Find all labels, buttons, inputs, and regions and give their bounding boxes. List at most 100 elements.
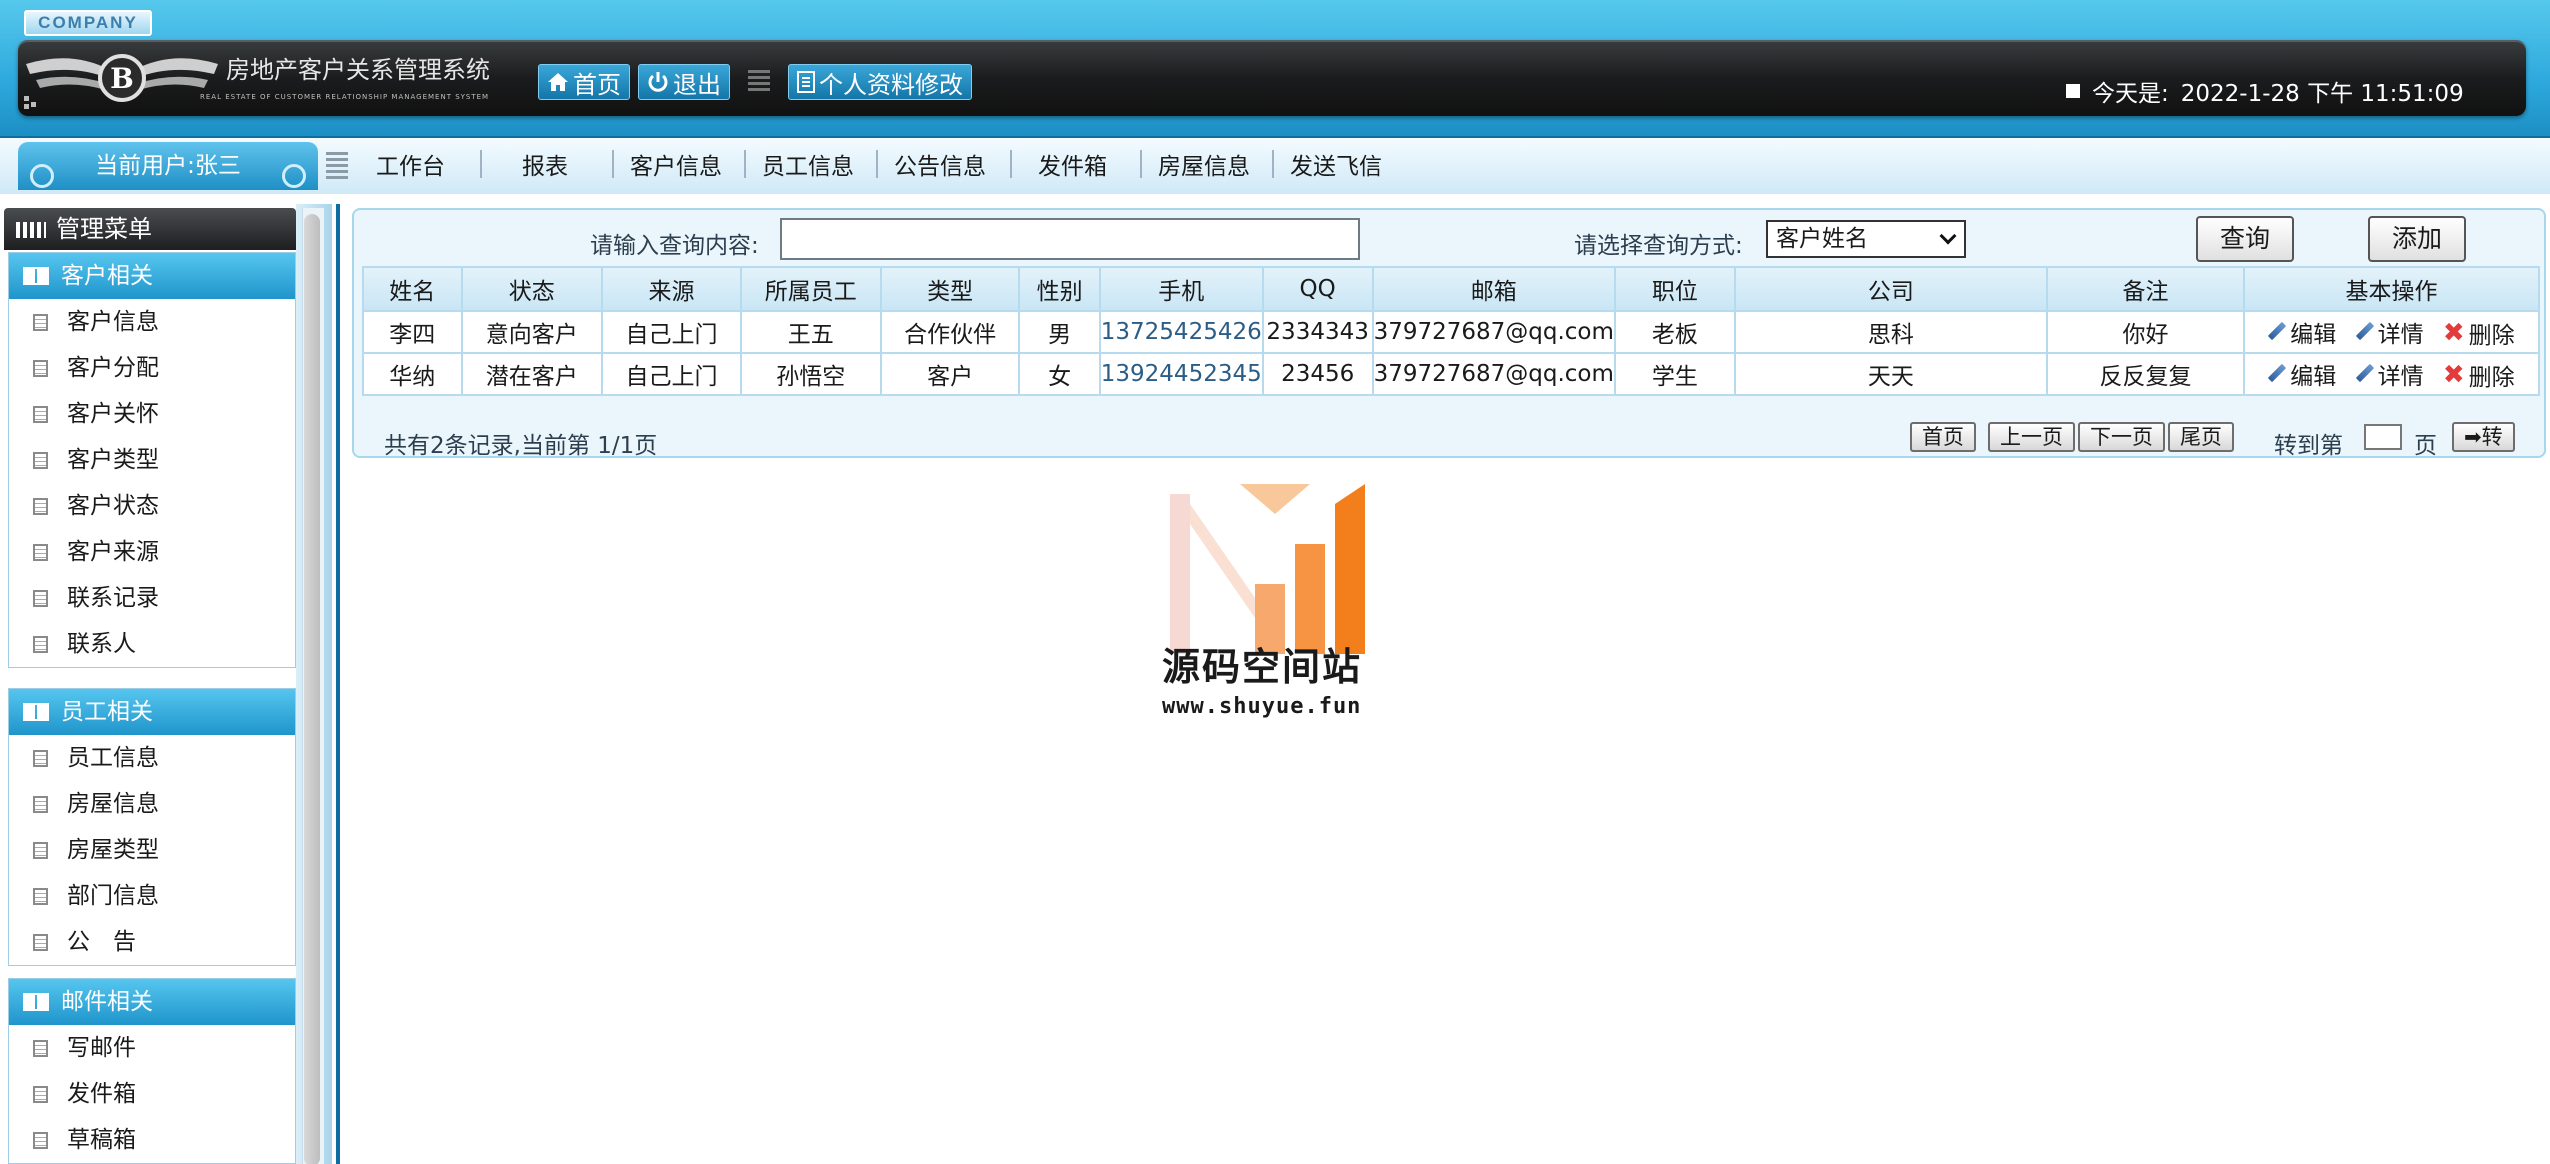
query-button[interactable]: 查询 — [2196, 216, 2294, 262]
detail-label: 详情 — [2377, 363, 2424, 390]
nav-divider — [480, 150, 482, 178]
nav-item-customer-info[interactable]: 客户信息 — [630, 150, 722, 184]
table-row: 李四 意向客户 自己上门 王五 合作伙伴 男 13725425426 23343… — [362, 310, 2541, 354]
sidebar-item-customer-source[interactable]: 客户来源 — [9, 529, 295, 575]
logout-button[interactable]: 退出 — [638, 64, 730, 100]
search-input[interactable] — [780, 218, 1360, 260]
document-icon — [33, 360, 48, 377]
ring-decoration-icon — [30, 164, 54, 188]
cell-gender: 女 — [1018, 352, 1101, 396]
column-header: 基本操作 — [2242, 266, 2541, 312]
home-button[interactable]: 首页 — [538, 64, 630, 100]
today-datetime: 今天是: 2022-1-28 下午 11:51:09 — [2066, 74, 2464, 108]
square-bullet-icon — [2066, 84, 2080, 98]
sidebar-item-customer-status[interactable]: 客户状态 — [9, 483, 295, 529]
document-icon — [33, 498, 48, 515]
profile-edit-button[interactable]: 个人资料修改 — [788, 64, 972, 100]
pager-jump-label: 转到第 — [2274, 433, 2343, 459]
sidebar-item-department-info[interactable]: 部门信息 — [9, 873, 295, 919]
column-header[interactable]: 手机 — [1098, 266, 1264, 312]
column-header[interactable]: 来源 — [601, 266, 742, 312]
sidebar-item-label: 部门信息 — [67, 883, 159, 909]
nav-item-house-info[interactable]: 房屋信息 — [1158, 150, 1250, 184]
sidebar-item-label: 客户来源 — [67, 539, 159, 565]
pencil-icon — [2356, 323, 2374, 341]
current-user-tab: 当前用户:张三 — [18, 142, 318, 190]
cell-phone: 13725425426 — [1098, 310, 1264, 354]
column-header[interactable]: 类型 — [879, 266, 1021, 312]
menu-title: 管理菜单 — [4, 208, 296, 250]
sidebar-item-house-type[interactable]: 房屋类型 — [9, 827, 295, 873]
sidebar-item-label: 客户分配 — [67, 355, 159, 381]
document-icon — [33, 406, 48, 423]
bentley-logo-icon: B — [24, 54, 218, 109]
column-header[interactable]: 姓名 — [362, 266, 463, 312]
nav-item-send-fetion[interactable]: 发送飞信 — [1290, 150, 1382, 184]
watermark-url: www.shuyue.fun — [1162, 694, 1362, 719]
sidebar-item-contact-person[interactable]: 联系人 — [9, 621, 295, 667]
nav-item-report[interactable]: 报表 — [522, 150, 568, 184]
pager-jump-input[interactable] — [2364, 424, 2402, 450]
pager-next-button[interactable]: 下一页 — [2078, 422, 2165, 452]
book-icon — [23, 993, 49, 1011]
pager-last-button[interactable]: 尾页 — [2168, 422, 2234, 452]
nav-item-notice-info[interactable]: 公告信息 — [894, 150, 986, 184]
column-header[interactable]: 职位 — [1613, 266, 1736, 312]
sidebar-item-label: 客户状态 — [67, 493, 159, 519]
column-header[interactable]: 邮箱 — [1371, 266, 1616, 312]
sidebar-item-customer-assign[interactable]: 客户分配 — [9, 345, 295, 391]
delete-button[interactable]: ✖ 删除 — [2443, 358, 2515, 392]
edit-button[interactable]: 编辑 — [2268, 357, 2336, 391]
watermark-title: 源码空间站 — [1162, 645, 1363, 689]
edit-button[interactable]: 编辑 — [2268, 315, 2336, 349]
sidebar-item-contact-record[interactable]: 联系记录 — [9, 575, 295, 621]
search-method-select[interactable]: 客户姓名 — [1766, 220, 1966, 258]
document-icon — [797, 71, 815, 93]
sidebar-item-employee-info[interactable]: 员工信息 — [9, 735, 295, 781]
menu-group-employee-title[interactable]: 员工相关 — [9, 689, 295, 735]
detail-button[interactable]: 详情 — [2356, 315, 2424, 349]
delete-x-icon: ✖ — [2442, 359, 2465, 390]
sidebar-item-label: 员工信息 — [67, 745, 159, 771]
grid-menu-icon — [16, 222, 46, 238]
nav-item-employee-info[interactable]: 员工信息 — [762, 150, 854, 184]
pager-prev-button[interactable]: 上一页 — [1988, 422, 2075, 452]
sidebar-item-label: 写邮件 — [67, 1035, 136, 1061]
pager-first-button[interactable]: 首页 — [1910, 422, 1976, 452]
sidebar-item-notice[interactable]: 公 告 — [9, 919, 295, 965]
sidebar-item-write-mail[interactable]: 写邮件 — [9, 1025, 295, 1071]
sidebar-item-drafts[interactable]: 草稿箱 — [9, 1117, 295, 1163]
delete-label: 删除 — [2468, 364, 2515, 391]
sidebar-item-label: 客户关怀 — [67, 401, 159, 427]
menu-group-customer-title[interactable]: 客户相关 — [9, 253, 295, 299]
app-header: COMPANY B 房地产客户关系管理系统 REAL ESTATE OF CUS… — [0, 0, 2550, 136]
column-header[interactable]: 公司 — [1733, 266, 2048, 312]
add-button[interactable]: 添加 — [2368, 216, 2466, 262]
nav-item-outbox[interactable]: 发件箱 — [1038, 150, 1107, 184]
sidebar-item-outbox[interactable]: 发件箱 — [9, 1071, 295, 1117]
menu-group-mail-title[interactable]: 邮件相关 — [9, 979, 295, 1025]
logout-button-label: 退出 — [673, 70, 721, 99]
column-header[interactable]: QQ — [1261, 266, 1374, 312]
column-header[interactable]: 状态 — [460, 266, 604, 312]
column-header[interactable]: 所属员工 — [739, 266, 882, 312]
sidebar-item-house-info[interactable]: 房屋信息 — [9, 781, 295, 827]
sidebar-item-customer-info[interactable]: 客户信息 — [9, 299, 295, 345]
nav-grip-icon — [326, 152, 348, 180]
detail-button[interactable]: 详情 — [2356, 357, 2424, 391]
delete-button[interactable]: ✖ 删除 — [2443, 316, 2515, 350]
delete-x-icon: ✖ — [2442, 317, 2465, 348]
nav-item-workbench[interactable]: 工作台 — [376, 150, 445, 184]
sidebar-scrollbar-thumb[interactable] — [304, 214, 320, 1164]
sidebar: 管理菜单 客户相关 客户信息 客户分配 客户关怀 客户类型 客户状态 客户来源 … — [0, 204, 332, 1164]
pager-go-button[interactable]: ➡转 — [2452, 422, 2515, 452]
nav-divider — [876, 150, 878, 178]
cell-name: 华纳 — [362, 352, 463, 396]
column-header[interactable]: 性别 — [1018, 266, 1101, 312]
sidebar-item-customer-care[interactable]: 客户关怀 — [9, 391, 295, 437]
today-label: 今天是: — [2092, 81, 2169, 107]
column-header[interactable]: 备注 — [2045, 266, 2245, 312]
document-icon — [33, 842, 48, 859]
sidebar-item-customer-type[interactable]: 客户类型 — [9, 437, 295, 483]
pencil-icon — [2268, 323, 2286, 341]
